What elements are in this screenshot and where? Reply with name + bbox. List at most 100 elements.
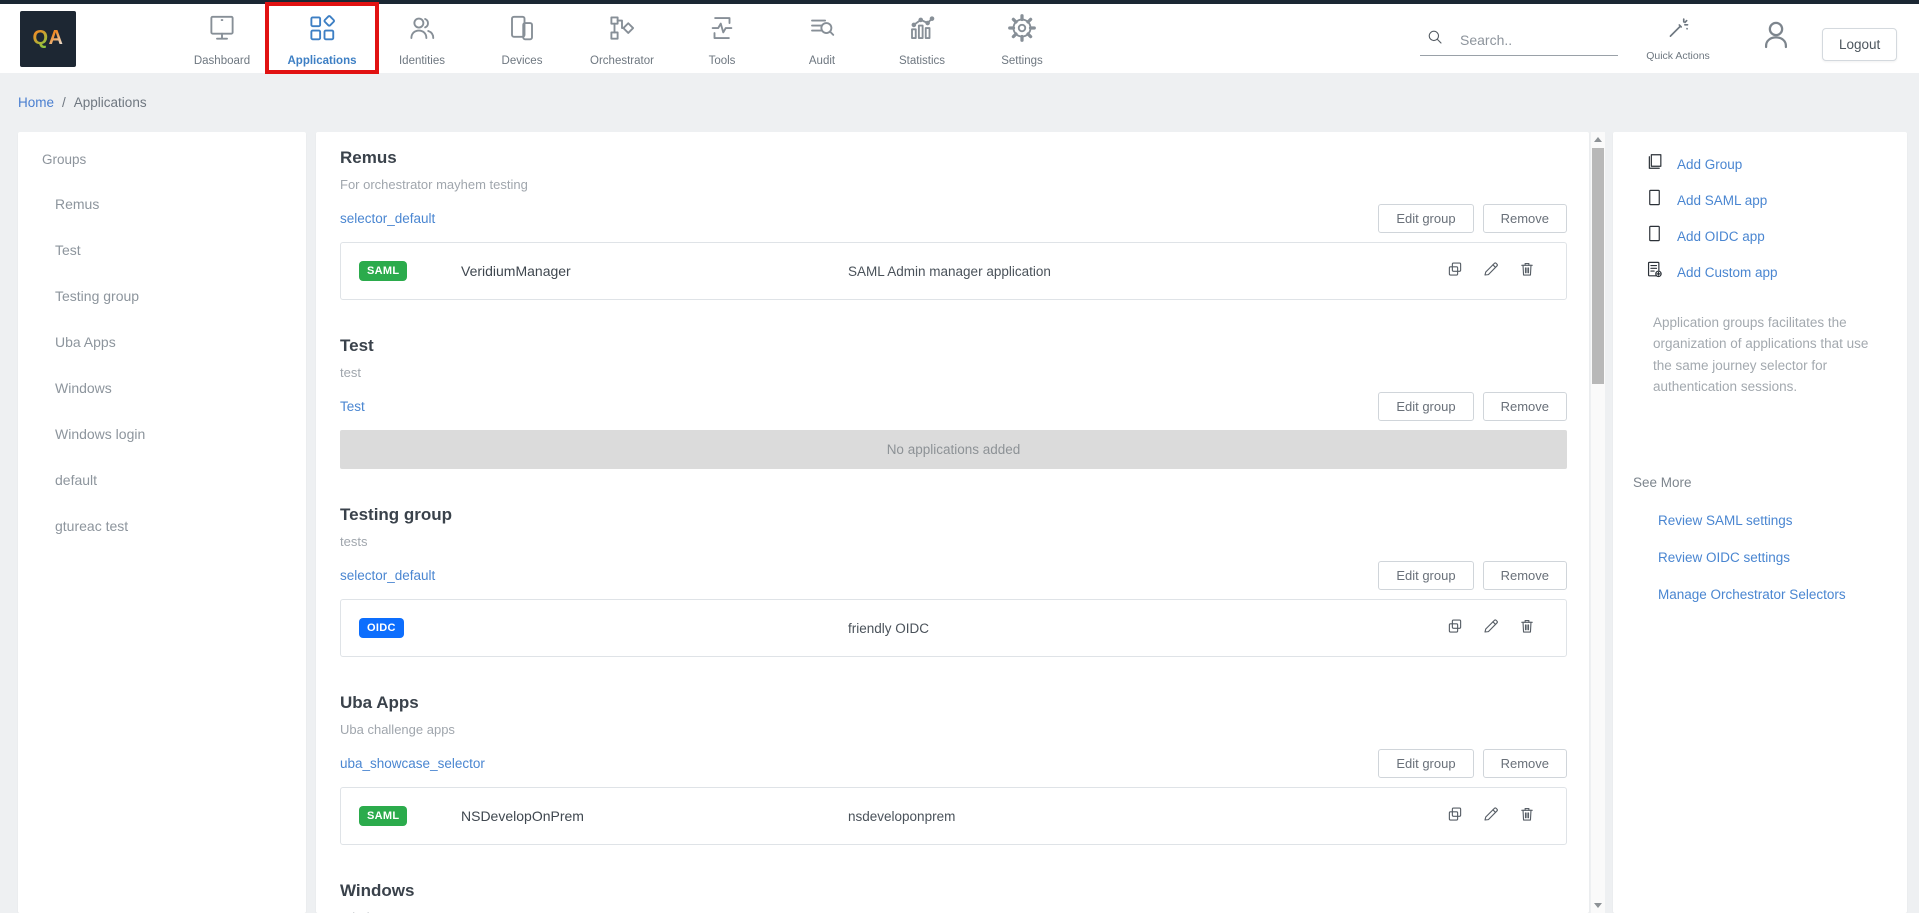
remove-group-button[interactable]: Remove: [1483, 204, 1567, 233]
action-link-label: Add Group: [1677, 157, 1742, 172]
quick-actions-label: Quick Actions: [1646, 50, 1710, 62]
group-selector-row: selector_default Edit group Remove: [340, 560, 1567, 590]
nav-item-label: Settings: [1001, 55, 1043, 67]
delete-icon[interactable]: [1518, 617, 1536, 640]
applications-content: Remus For orchestrator mayhem testing se…: [316, 132, 1589, 913]
scroll-down-arrow[interactable]: [1594, 903, 1602, 908]
edit-group-button[interactable]: Edit group: [1378, 392, 1473, 421]
add-saml-app-link[interactable]: Add SAML app: [1633, 182, 1887, 218]
logout-button[interactable]: Logout: [1822, 28, 1897, 61]
group-selector-row: selector_default Edit group Remove: [340, 203, 1567, 233]
group-description: tests: [340, 534, 1567, 549]
scrollbar-thumb[interactable]: [1592, 148, 1604, 384]
edit-group-button[interactable]: Edit group: [1378, 204, 1473, 233]
tools-icon: [707, 13, 737, 48]
nav-item-identities[interactable]: Identities: [372, 11, 472, 67]
sidebar-item-default[interactable]: default: [18, 457, 306, 503]
see-more-links: Review SAML settingsReview OIDC settings…: [1658, 502, 1887, 613]
app-description: friendly OIDC: [848, 621, 1446, 636]
edit-icon[interactable]: [1482, 617, 1500, 640]
sidebar-item-remus[interactable]: Remus: [18, 181, 306, 227]
nav-item-label: Dashboard: [194, 55, 250, 67]
clone-icon[interactable]: [1446, 260, 1464, 283]
edit-icon[interactable]: [1482, 260, 1500, 283]
quick-actions-button[interactable]: Quick Actions: [1642, 15, 1714, 62]
statistics-icon: [907, 13, 937, 48]
add-saml-icon: [1645, 188, 1664, 212]
app-logo[interactable]: QA: [20, 11, 76, 67]
group-selector-link[interactable]: Test: [340, 399, 365, 414]
sidebar-item-windows-login[interactable]: Windows login: [18, 411, 306, 457]
group-selector-link[interactable]: selector_default: [340, 568, 435, 583]
nav-item-label: Statistics: [899, 55, 945, 67]
edit-icon[interactable]: [1482, 805, 1500, 828]
nav-item-label: Tools: [709, 55, 736, 67]
clone-icon[interactable]: [1446, 617, 1464, 640]
sidebar-item-uba-apps[interactable]: Uba Apps: [18, 319, 306, 365]
edit-group-button[interactable]: Edit group: [1378, 749, 1473, 778]
nav-item-devices[interactable]: Devices: [472, 11, 572, 67]
nav-item-dashboard[interactable]: Dashboard: [172, 11, 272, 67]
breadcrumb-current: Applications: [74, 95, 147, 110]
add-custom-app-link[interactable]: Add Custom app: [1633, 254, 1887, 290]
see-more-link-review-saml-settings[interactable]: Review SAML settings: [1658, 502, 1887, 539]
audit-icon: [807, 13, 837, 48]
remove-group-button[interactable]: Remove: [1483, 392, 1567, 421]
group-selector-row: Test Edit group Remove: [340, 391, 1567, 421]
group-description: For orchestrator mayhem testing: [340, 177, 1567, 192]
scroll-up-arrow[interactable]: [1594, 137, 1602, 142]
app-group: Remus For orchestrator mayhem testing se…: [340, 148, 1567, 300]
delete-icon[interactable]: [1518, 260, 1536, 283]
clone-icon[interactable]: [1446, 805, 1464, 828]
magic-wand-icon: [1665, 15, 1691, 44]
nav-item-statistics[interactable]: Statistics: [872, 11, 972, 67]
app-group: Uba Apps Uba challenge apps uba_showcase…: [340, 693, 1567, 845]
breadcrumb-home-link[interactable]: Home: [18, 95, 54, 110]
action-link-label: Add SAML app: [1677, 193, 1767, 208]
app-name: VeridiumManager: [461, 263, 848, 279]
action-link-label: Add Custom app: [1677, 265, 1778, 280]
search-input[interactable]: [1460, 32, 1600, 48]
remove-group-button[interactable]: Remove: [1483, 749, 1567, 778]
application-row: OIDC friendly OIDC: [340, 599, 1567, 657]
sidebar-item-testing-group[interactable]: Testing group: [18, 273, 306, 319]
application-row: SAML NSDevelopOnPrem nsdeveloponprem: [340, 787, 1567, 845]
add-oidc-app-link[interactable]: Add OIDC app: [1633, 218, 1887, 254]
group-title: Testing group: [340, 505, 1567, 525]
group-title: Remus: [340, 148, 1567, 168]
nav-item-orchestrator[interactable]: Orchestrator: [572, 11, 672, 67]
add-group-link[interactable]: Add Group: [1633, 146, 1887, 182]
group-selector-link[interactable]: uba_showcase_selector: [340, 756, 485, 771]
settings-icon: [1007, 13, 1037, 48]
nav-item-audit[interactable]: Audit: [772, 11, 872, 67]
group-title: Test: [340, 336, 1567, 356]
delete-icon[interactable]: [1518, 805, 1536, 828]
actions-sidebar: Add Group Add SAML app Add OIDC app Add …: [1613, 132, 1907, 913]
nav-item-tools[interactable]: Tools: [672, 11, 772, 67]
group-title: Windows: [340, 881, 1567, 901]
sidebar-item-gtureac-test[interactable]: gtureac test: [18, 503, 306, 549]
group-selector-link[interactable]: selector_default: [340, 211, 435, 226]
see-more-link-review-oidc-settings[interactable]: Review OIDC settings: [1658, 539, 1887, 576]
see-more-link-manage-orchestrator-selectors[interactable]: Manage Orchestrator Selectors: [1658, 576, 1887, 613]
application-row: SAML VeridiumManager SAML Admin manager …: [340, 242, 1567, 300]
nav-item-applications[interactable]: Applications: [272, 11, 372, 67]
app-group: Testing group tests selector_default Edi…: [340, 505, 1567, 657]
remove-group-button[interactable]: Remove: [1483, 561, 1567, 590]
sidebar-item-test[interactable]: Test: [18, 227, 306, 273]
sidebar-item-windows[interactable]: Windows: [18, 365, 306, 411]
global-search: [1420, 24, 1618, 56]
groups-sidebar-title: Groups: [18, 152, 306, 167]
user-profile-icon[interactable]: [1758, 17, 1794, 58]
groups-list: RemusTestTesting groupUba AppsWindowsWin…: [18, 181, 306, 549]
app-group: Windows Windows: [340, 881, 1567, 913]
nav-item-settings[interactable]: Settings: [972, 11, 1072, 67]
group-info-text: Application groups facilitates the organ…: [1653, 312, 1881, 397]
breadcrumb: Home / Applications: [0, 73, 1919, 132]
search-icon[interactable]: [1426, 28, 1444, 51]
add-custom-icon: [1645, 260, 1664, 284]
dashboard-icon: [207, 13, 237, 48]
app-type-badge: SAML: [359, 261, 407, 281]
app-group: Test test Test Edit group Remove No appl…: [340, 336, 1567, 469]
edit-group-button[interactable]: Edit group: [1378, 561, 1473, 590]
